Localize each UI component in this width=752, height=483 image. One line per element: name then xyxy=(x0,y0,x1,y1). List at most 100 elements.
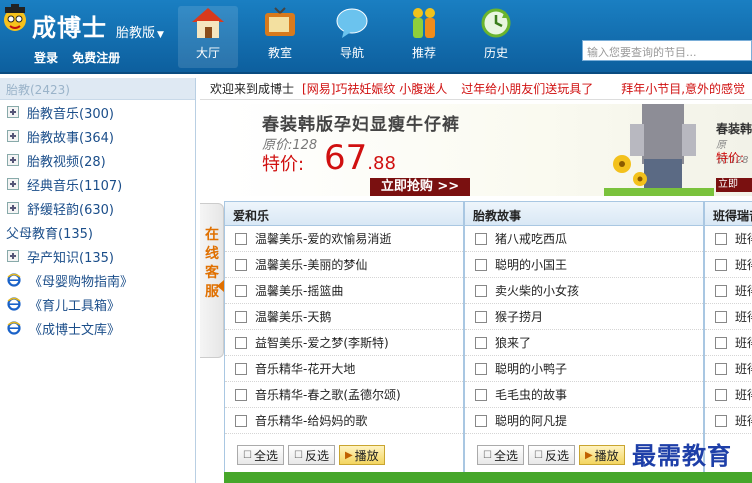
program-row[interactable]: 音乐精华-春之歌(孟德尔颂) xyxy=(225,382,463,408)
program-row[interactable]: 温馨美乐-天鹅 xyxy=(225,304,463,330)
program-row[interactable]: 卖火柴的小女孩 xyxy=(465,278,703,304)
program-title[interactable]: 班得 xyxy=(735,256,752,273)
program-title[interactable]: 聪明的小鸭子 xyxy=(495,360,567,377)
site-logo-title[interactable]: 成博士 xyxy=(32,8,107,43)
program-row[interactable]: 温馨美乐-爱的欢愉易消逝 xyxy=(225,226,463,252)
select-all-button[interactable]: ☐ 全选 xyxy=(477,445,524,465)
program-checkbox[interactable] xyxy=(475,414,487,427)
sidebar-item-maternity[interactable]: 孕产知识(135) xyxy=(0,244,195,268)
sidebar-item-videos[interactable]: 胎教视频(28) xyxy=(0,148,195,172)
program-checkbox[interactable] xyxy=(715,362,727,375)
sidebar-item-parent-education[interactable]: 父母教育(135) xyxy=(0,220,195,244)
sidebar-header[interactable]: 胎教(2423) xyxy=(0,78,195,100)
program-checkbox[interactable] xyxy=(715,336,727,349)
program-title[interactable]: 温馨美乐-爱的欢愉易消逝 xyxy=(255,230,391,247)
program-title[interactable]: 聪明的阿凡提 xyxy=(495,412,567,429)
program-title[interactable]: 班得 xyxy=(735,360,752,377)
program-title[interactable]: 班得 xyxy=(735,308,752,325)
program-title[interactable]: 音乐精华-春之歌(孟德尔颂) xyxy=(255,386,401,403)
program-checkbox[interactable] xyxy=(715,284,727,297)
program-checkbox[interactable] xyxy=(715,258,727,271)
sidebar-link-shopping-guide[interactable]: 《母婴购物指南》 xyxy=(0,268,195,292)
program-checkbox[interactable] xyxy=(475,310,487,323)
online-service-tab[interactable]: 在线客服 xyxy=(200,203,224,358)
sidebar-item-classical[interactable]: 经典音乐(1107) xyxy=(0,172,195,196)
program-row[interactable]: 班得 xyxy=(705,408,752,434)
program-checkbox[interactable] xyxy=(475,232,487,245)
sidebar-item-music[interactable]: 胎教音乐(300) xyxy=(0,100,195,124)
program-title[interactable]: 班得 xyxy=(735,412,752,429)
program-row[interactable]: 温馨美乐-摇篮曲 xyxy=(225,278,463,304)
buy-now-button[interactable]: 立即抢购 >> xyxy=(370,178,470,196)
program-row[interactable]: 毛毛虫的故事 xyxy=(465,382,703,408)
program-row[interactable]: 班得 xyxy=(705,356,752,382)
program-checkbox[interactable] xyxy=(715,232,727,245)
select-all-button[interactable]: ☐ 全选 xyxy=(237,445,284,465)
program-row[interactable]: 音乐精华-花开大地 xyxy=(225,356,463,382)
program-title[interactable]: 音乐精华-给妈妈的歌 xyxy=(255,412,367,429)
nav-history[interactable]: 历史 xyxy=(466,6,526,68)
nav-classroom[interactable]: 教室 xyxy=(250,6,310,68)
sidebar-link-parenting-tools[interactable]: 《育儿工具箱》 xyxy=(0,292,195,316)
program-row[interactable]: 班得 xyxy=(705,278,752,304)
program-checkbox[interactable] xyxy=(235,336,247,349)
sidebar-link-library[interactable]: 《成博士文库》 xyxy=(0,316,195,340)
program-row[interactable]: 班得 xyxy=(705,330,752,356)
program-checkbox[interactable] xyxy=(715,388,727,401)
expand-plus-icon[interactable] xyxy=(7,106,19,118)
program-row[interactable]: 聪明的小国王 xyxy=(465,252,703,278)
ticker-link[interactable]: [网易]巧祛妊娠纹 小腹迷人 xyxy=(302,80,447,97)
program-row[interactable]: 班得 xyxy=(705,382,752,408)
sidebar-item-stories[interactable]: 胎教故事(364) xyxy=(0,124,195,148)
program-checkbox[interactable] xyxy=(235,310,247,323)
program-title[interactable]: 班得 xyxy=(735,334,752,351)
program-checkbox[interactable] xyxy=(235,414,247,427)
program-checkbox[interactable] xyxy=(475,336,487,349)
login-link[interactable]: 登录 xyxy=(34,51,58,65)
program-title[interactable]: 班得 xyxy=(735,386,752,403)
program-checkbox[interactable] xyxy=(235,232,247,245)
program-title[interactable]: 聪明的小国王 xyxy=(495,256,567,273)
edition-selector[interactable]: 胎教版 ▼ xyxy=(116,22,164,41)
banner-second-button[interactable]: 立即 xyxy=(716,178,752,192)
ticker-link[interactable]: 过年给小朋友们送玩具了 xyxy=(461,80,593,97)
program-row[interactable]: 猴子捞月 xyxy=(465,304,703,330)
program-row[interactable]: 班得 xyxy=(705,304,752,330)
expand-plus-icon[interactable] xyxy=(7,154,19,166)
program-title[interactable]: 卖火柴的小女孩 xyxy=(495,282,579,299)
search-input[interactable]: 输入您要查询的节目... xyxy=(582,40,752,61)
program-checkbox[interactable] xyxy=(715,414,727,427)
sidebar-item-soothing[interactable]: 舒缓轻韵(630) xyxy=(0,196,195,220)
program-title[interactable]: 音乐精华-花开大地 xyxy=(255,360,355,377)
program-row[interactable]: 班得 xyxy=(705,252,752,278)
expand-plus-icon[interactable] xyxy=(7,250,19,262)
play-button[interactable]: ▶ 播放 xyxy=(578,445,625,465)
program-checkbox[interactable] xyxy=(475,284,487,297)
program-title[interactable]: 猪八戒吃西瓜 xyxy=(495,230,567,247)
program-title[interactable]: 益智美乐-爱之梦(李斯特) xyxy=(255,334,389,351)
program-title[interactable]: 毛毛虫的故事 xyxy=(495,386,567,403)
program-checkbox[interactable] xyxy=(475,258,487,271)
program-row[interactable]: 温馨美乐-美丽的梦仙 xyxy=(225,252,463,278)
program-checkbox[interactable] xyxy=(235,284,247,297)
program-row[interactable]: 聪明的阿凡提 xyxy=(465,408,703,434)
program-checkbox[interactable] xyxy=(235,258,247,271)
program-title[interactable]: 温馨美乐-美丽的梦仙 xyxy=(255,256,367,273)
program-row[interactable]: 班得 xyxy=(705,226,752,252)
nav-guide[interactable]: 导航 xyxy=(322,6,382,68)
program-checkbox[interactable] xyxy=(235,388,247,401)
program-title[interactable]: 温馨美乐-天鹅 xyxy=(255,308,331,325)
program-title[interactable]: 温馨美乐-摇篮曲 xyxy=(255,282,343,299)
invert-selection-button[interactable]: ☐ 反选 xyxy=(287,445,335,465)
register-link[interactable]: 免费注册 xyxy=(72,51,120,65)
program-title[interactable]: 狼来了 xyxy=(495,334,531,351)
program-row[interactable]: 猪八戒吃西瓜 xyxy=(465,226,703,252)
play-button[interactable]: ▶ 播放 xyxy=(338,445,385,465)
nav-recommend[interactable]: 推荐 xyxy=(394,6,454,68)
program-row[interactable]: 音乐精华-给妈妈的歌 xyxy=(225,408,463,434)
program-title[interactable]: 班得 xyxy=(735,230,752,247)
program-title[interactable]: 班得 xyxy=(735,282,752,299)
invert-selection-button[interactable]: ☐ 反选 xyxy=(527,445,575,465)
expand-plus-icon[interactable] xyxy=(7,130,19,142)
program-row[interactable]: 益智美乐-爱之梦(李斯特) xyxy=(225,330,463,356)
